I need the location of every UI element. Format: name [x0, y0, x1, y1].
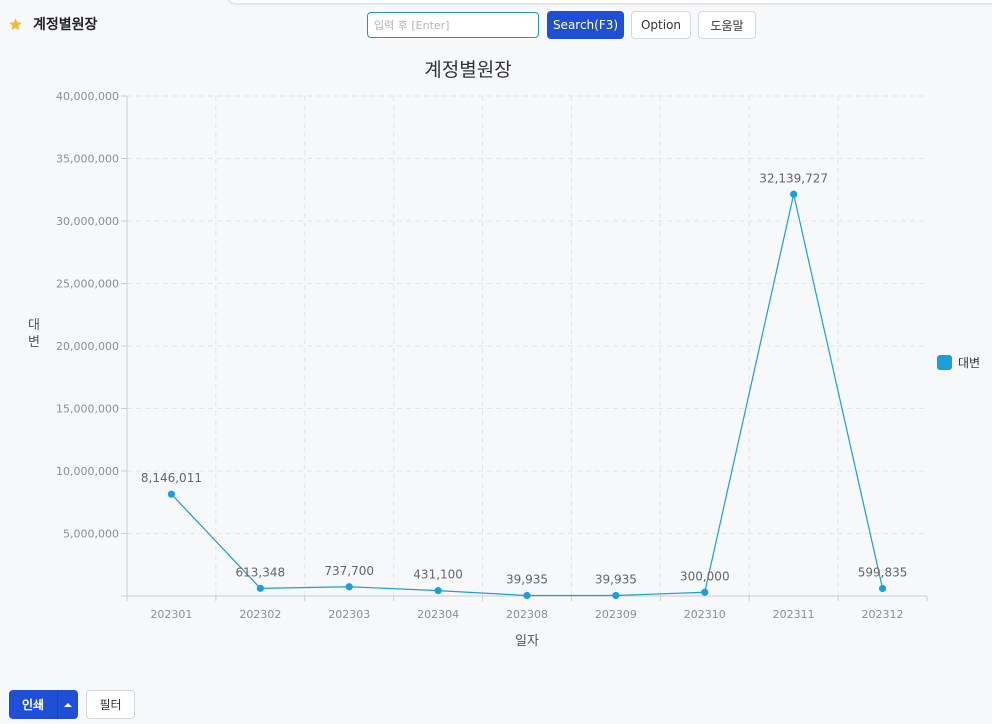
data-point[interactable] [167, 490, 176, 498]
y-tick-label: 20,000,000 [56, 340, 119, 353]
data-point[interactable] [612, 591, 620, 600]
y-tick-label: 30,000,000 [56, 215, 119, 228]
print-split-button: 인쇄 [9, 690, 78, 719]
chart-title: 계정별원장 [424, 59, 511, 81]
y-axis-title: 대변 [28, 318, 40, 350]
y-tick-label: 25,000,000 [56, 278, 119, 291]
series-layer [167, 190, 887, 600]
caret-up-icon [64, 702, 72, 707]
chart-axes: 5,000,000 10,000,000 15,000,000 20,000,000 2… [56, 90, 928, 621]
data-point[interactable] [434, 587, 442, 595]
y-tick-label: 35,000,000 [56, 153, 119, 166]
data-label: 737,700 [324, 564, 374, 578]
data-label: 613,348 [236, 565, 286, 579]
y-tick-label: 10,000,000 [56, 465, 119, 478]
x-tick-label: 202301 [150, 608, 192, 621]
data-label: 8,146,011 [141, 471, 202, 485]
data-point[interactable] [701, 588, 709, 596]
x-tick-label: 202302 [239, 608, 281, 621]
data-labels: 8,146,011 613,348 737,700 431,100 39,935 39,9… [141, 171, 907, 586]
x-tick-label: 202308 [506, 608, 548, 621]
legend-label: 대변 [958, 356, 980, 370]
data-label: 431,100 [413, 568, 463, 582]
data-point[interactable] [345, 583, 353, 591]
print-button[interactable]: 인쇄 [9, 690, 58, 719]
data-point[interactable] [256, 584, 264, 592]
x-tick-label: 202310 [684, 608, 726, 621]
y-tick-label: 15,000,000 [56, 403, 119, 416]
x-tick-label: 202304 [417, 608, 459, 621]
data-label: 39,935 [506, 573, 548, 587]
y-axis-title-char: 대 [28, 318, 40, 333]
y-tick-label: 5,000,000 [63, 528, 119, 541]
x-tick-label: 202312 [862, 608, 904, 621]
data-point[interactable] [790, 190, 798, 198]
data-label: 32,139,727 [759, 171, 828, 185]
data-label: 599,835 [858, 566, 908, 580]
y-tick-label: 40,000,000 [56, 90, 119, 103]
filter-button[interactable]: 필터 [86, 690, 135, 719]
print-menu-toggle[interactable] [58, 690, 78, 719]
line-chart: 5,000,000 10,000,000 15,000,000 20,000,000 2… [28, 59, 980, 649]
y-axis-title-char: 변 [28, 335, 40, 350]
series-line [171, 194, 884, 597]
bottom-bar: 인쇄 필터 [9, 690, 135, 719]
legend-swatch [937, 355, 952, 370]
x-tick-label: 202311 [773, 608, 815, 621]
x-axis-title: 일자 [515, 634, 539, 649]
data-label: 39,935 [595, 573, 637, 587]
x-tick-label: 202303 [328, 608, 370, 621]
data-point[interactable] [523, 591, 531, 600]
data-label: 300,000 [680, 569, 730, 583]
x-tick-label: 202309 [595, 608, 637, 621]
chart-legend[interactable]: 대변 [937, 355, 980, 370]
data-point[interactable] [878, 584, 887, 593]
